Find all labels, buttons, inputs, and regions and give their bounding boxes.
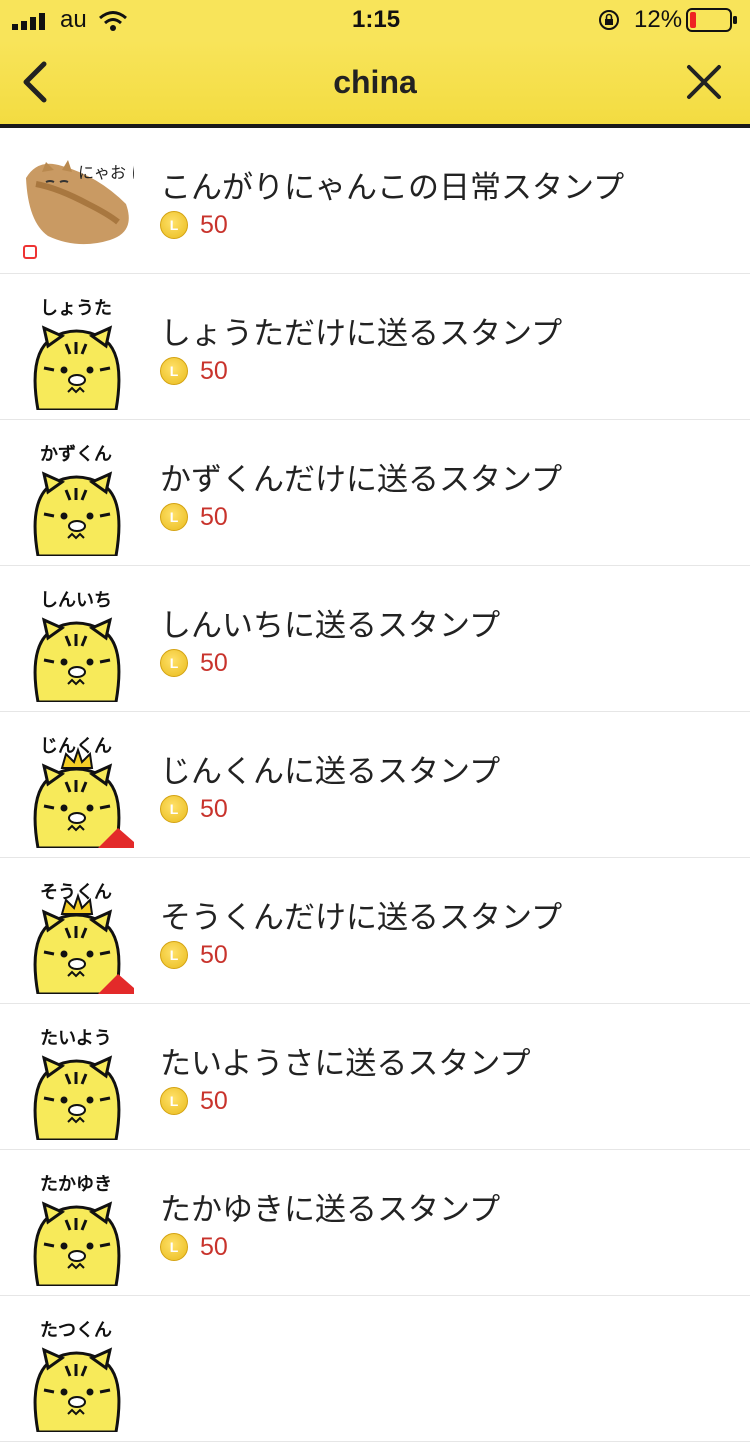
sticker-thumbnail: しょうた [18, 294, 134, 412]
sticker-thumbnail: にゃお にゃお [18, 148, 179, 264]
close-button[interactable] [682, 60, 726, 104]
list-item[interactable]: にゃお にゃお こんがりにゃんこの日常スタンプ L 50 [0, 128, 750, 274]
svg-text:にゃお にゃお: にゃお にゃお [78, 163, 134, 182]
sticker-title: そうくんだけに送るスタンプ [160, 900, 563, 936]
sticker-title: たいようさに送るスタンプ [160, 1046, 531, 1082]
sticker-thumbnail: そうくん [18, 878, 134, 996]
price-value: 50 [200, 940, 228, 969]
sticker-name-caption: しょうた [40, 298, 112, 319]
price: L 50 [160, 210, 228, 240]
sticker-thumbnail: たつくん [18, 1316, 134, 1434]
price: L 50 [160, 940, 228, 970]
cat-sticker-art: にゃお にゃお [23, 160, 179, 259]
sticker-thumbnail: たいよう [18, 1024, 134, 1142]
sticker-title: しんいちに送るスタンプ [160, 608, 501, 644]
price-value: 50 [200, 1086, 228, 1115]
close-icon [682, 65, 726, 108]
page-title: china [333, 64, 417, 100]
battery-percent: 12% [634, 6, 683, 33]
sticker-title: かずくんだけに送るスタンプ [160, 462, 563, 498]
list-item[interactable]: かずくんかずくんだけに送るスタンプ L 50 [0, 420, 750, 566]
carrier-label: au [60, 6, 87, 33]
sticker-name-caption: じんくん [40, 736, 112, 757]
list-item[interactable]: しょうたしょうただけに送るスタンプ L 50 [0, 274, 750, 420]
list-item[interactable]: しんいちしんいちに送るスタンプ L 50 [0, 566, 750, 712]
sticker-name-caption: かずくん [40, 444, 112, 465]
price: L 50 [160, 1232, 228, 1262]
price-value: 50 [200, 356, 228, 385]
status-bar: au 1:15 12% [0, 0, 750, 40]
sticker-list: にゃお にゃお こんがりにゃんこの日常スタンプ L 50 しょうたしょうただけに送る… [0, 128, 750, 1442]
signal-icon [12, 12, 52, 34]
list-item[interactable]: じんくんじんくんに送るスタンプ L 50 [0, 712, 750, 858]
price-value: 50 [200, 502, 228, 531]
coin-icon: L [160, 211, 188, 239]
coin-icon: L [160, 1233, 188, 1261]
price: L 50 [160, 356, 228, 386]
coin-icon: L [160, 1087, 188, 1115]
list-item[interactable]: たつくん [0, 1296, 750, 1442]
sticker-title: たかゆきに送るスタンプ [160, 1192, 501, 1228]
price: L 50 [160, 502, 228, 532]
orientation-lock-icon [598, 9, 620, 35]
sticker-name-caption: たつくん [40, 1320, 112, 1341]
sticker-title: じんくんに送るスタンプ [160, 754, 501, 790]
sticker-name-caption: そうくん [40, 882, 112, 903]
list-item[interactable]: そうくんそうくんだけに送るスタンプ L 50 [0, 858, 750, 1004]
coin-icon: L [160, 941, 188, 969]
sticker-title: しょうただけに送るスタンプ [160, 316, 563, 352]
price: L 50 [160, 794, 228, 824]
wifi-icon [98, 10, 128, 36]
list-item[interactable]: たかゆきたかゆきに送るスタンプ L 50 [0, 1150, 750, 1296]
sticker-name-caption: たかゆき [40, 1174, 112, 1195]
coin-icon: L [160, 795, 188, 823]
sticker-thumbnail: じんくん [18, 732, 134, 850]
sticker-thumbnail: たかゆき [18, 1170, 134, 1288]
clock: 1:15 [352, 6, 401, 33]
list-item[interactable]: たいようたいようさに送るスタンプ L 50 [0, 1004, 750, 1150]
price: L 50 [160, 648, 228, 678]
battery-icon [686, 8, 738, 36]
price-value: 50 [200, 1232, 228, 1261]
sticker-thumbnail: かずくん [18, 440, 134, 558]
sticker-name-caption: たいよう [40, 1028, 112, 1049]
price-value: 50 [200, 794, 228, 823]
sticker-name-caption: しんいち [40, 590, 112, 611]
sticker-title: こんがりにゃんこの日常スタンプ [160, 170, 625, 206]
price: L 50 [160, 1086, 228, 1116]
coin-icon: L [160, 649, 188, 677]
price-value: 50 [200, 210, 228, 239]
price-value: 50 [200, 648, 228, 677]
sticker-thumbnail: しんいち [18, 586, 134, 704]
coin-icon: L [160, 357, 188, 385]
nav-bar: china [0, 40, 750, 128]
coin-icon: L [160, 503, 188, 531]
